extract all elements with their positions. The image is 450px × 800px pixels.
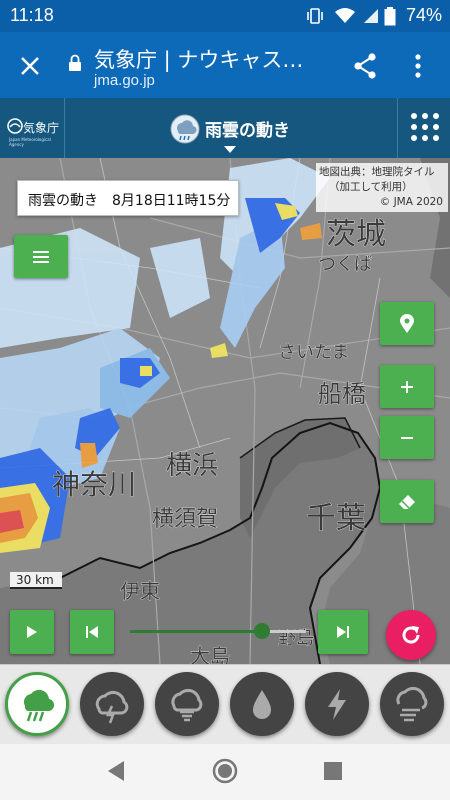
tornado-icon bbox=[171, 688, 203, 722]
step-forward-button[interactable] bbox=[318, 610, 368, 654]
map-credit: 地図出典：地理院タイル （加工して利用） © JMA 2020 bbox=[316, 163, 448, 212]
status-time: 11:18 bbox=[10, 5, 54, 25]
zoom-in-button[interactable] bbox=[380, 365, 434, 408]
browser-title: 気象庁 | ナウキャス… bbox=[94, 48, 304, 72]
rain-cloud-icon bbox=[170, 114, 200, 144]
recents-icon[interactable] bbox=[323, 761, 343, 781]
eraser-button[interactable] bbox=[380, 480, 434, 523]
header-divider bbox=[397, 98, 398, 158]
caret-down-icon[interactable] bbox=[224, 146, 236, 154]
header-divider bbox=[64, 98, 65, 158]
category-tornado[interactable] bbox=[155, 672, 219, 736]
credit-line: 地図出典：地理院タイル bbox=[319, 166, 435, 178]
location-icon bbox=[400, 313, 414, 333]
zoom-out-icon bbox=[401, 436, 413, 439]
category-thunder-cloud[interactable] bbox=[80, 672, 144, 736]
status-bar: 11:18 74% bbox=[0, 0, 450, 32]
jma-logo-icon bbox=[7, 118, 23, 134]
category-wind[interactable] bbox=[380, 672, 444, 736]
eraser-icon bbox=[399, 494, 415, 509]
share-icon[interactable] bbox=[352, 52, 380, 80]
lightning-icon bbox=[328, 689, 346, 720]
battery-icon bbox=[384, 7, 396, 26]
lock-icon bbox=[69, 54, 81, 71]
refresh-button[interactable] bbox=[386, 610, 436, 660]
location-button[interactable] bbox=[380, 302, 434, 345]
browser-url[interactable]: jma.go.jp bbox=[94, 72, 155, 89]
android-nav-bar bbox=[0, 744, 450, 800]
category-lightning[interactable] bbox=[305, 672, 369, 736]
map-scale: 30 km bbox=[10, 572, 62, 589]
observation-time: 雨雲の動き 8月18日11時15分 bbox=[17, 180, 239, 216]
site-header: 気象庁 Japan Meteorological Agency 雨雲の動き bbox=[0, 98, 450, 158]
radar-map[interactable]: 茨城 つくば さいたま 船橋 千葉 横浜 横須賀 伊東 大島 野島 神奈川 雨雲… bbox=[0, 158, 450, 664]
credit-line: © JMA 2020 bbox=[379, 196, 443, 208]
thunder-cloud-icon bbox=[95, 690, 129, 724]
category-drop[interactable] bbox=[230, 672, 294, 736]
menu-button[interactable] bbox=[14, 235, 68, 278]
credit-line: （加工して利用） bbox=[329, 181, 413, 193]
jma-logo[interactable]: 気象庁 Japan Meteorological Agency bbox=[5, 115, 60, 147]
page-title: 雨雲の動き bbox=[205, 121, 290, 141]
time-slider[interactable] bbox=[130, 630, 306, 633]
vibrate-icon bbox=[307, 8, 323, 24]
menu-icon bbox=[33, 250, 49, 263]
back-icon[interactable] bbox=[106, 760, 126, 782]
category-bar bbox=[0, 664, 450, 744]
logo-text: 気象庁 bbox=[23, 121, 60, 135]
drop-icon bbox=[253, 690, 271, 719]
play-icon bbox=[27, 626, 37, 638]
skip-back-icon bbox=[86, 626, 98, 638]
zoom-in-icon bbox=[401, 380, 413, 393]
map-canvas bbox=[0, 158, 450, 664]
wind-icon bbox=[396, 686, 428, 722]
more-vert-icon[interactable] bbox=[412, 52, 424, 80]
slider-thumb[interactable] bbox=[254, 623, 270, 639]
refresh-icon bbox=[402, 626, 420, 644]
wifi-icon bbox=[335, 8, 355, 23]
browser-toolbar: 気象庁 | ナウキャス… jma.go.jp bbox=[0, 32, 450, 98]
zoom-out-button[interactable] bbox=[380, 416, 434, 459]
logo-subtext: Japan Meteorological Agency bbox=[9, 137, 51, 147]
close-icon[interactable] bbox=[14, 50, 46, 82]
skip-forward-icon bbox=[337, 626, 349, 638]
battery-percent: 74% bbox=[405, 5, 442, 25]
signal-icon bbox=[364, 9, 378, 23]
play-button[interactable] bbox=[10, 610, 54, 654]
category-rain[interactable] bbox=[5, 672, 69, 736]
step-back-button[interactable] bbox=[70, 610, 114, 654]
rain-icon bbox=[23, 689, 55, 722]
home-icon[interactable] bbox=[212, 758, 238, 784]
app-grid-icon[interactable] bbox=[409, 111, 441, 143]
